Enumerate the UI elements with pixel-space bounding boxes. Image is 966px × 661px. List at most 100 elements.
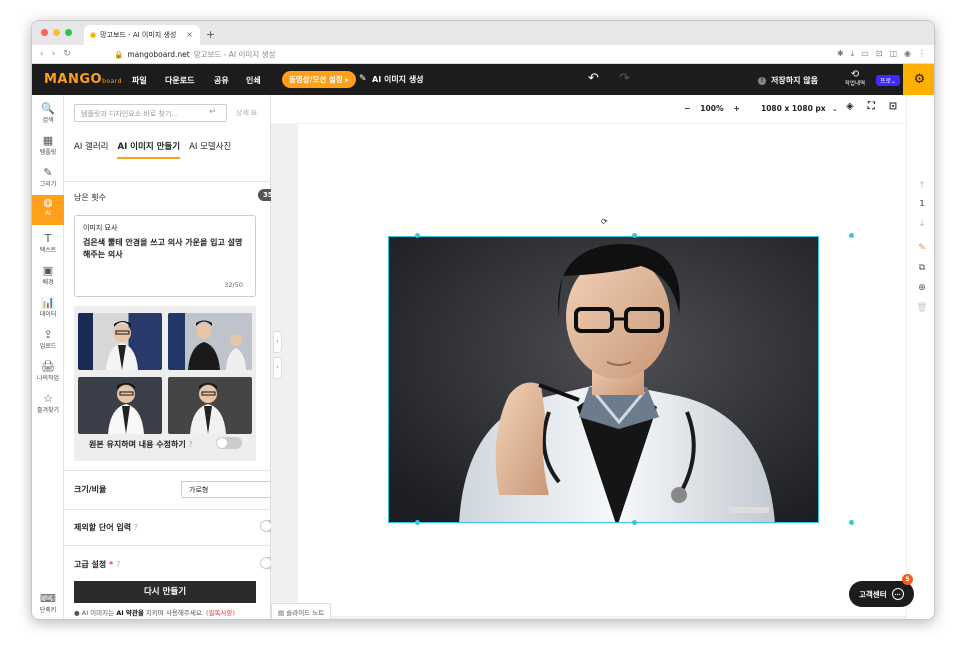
resize-handle[interactable] [415, 233, 420, 238]
rotate-handle-icon[interactable]: ⟳ [601, 217, 608, 226]
sidebar-item-draw[interactable]: ✎ 그리기 [32, 167, 64, 191]
sidebar-item-text[interactable]: T 텍스트 [32, 233, 64, 257]
canvas-toolbar: − 100% + 1080 x 1080 px⌄ ◈ ⛶ ⊡ ⊞ [271, 95, 934, 123]
tab-title: 망고보드 - AI 이미지 생성 [100, 31, 177, 39]
image-description-field[interactable]: 이미지 묘사 검은색 뿔테 안경을 쓰고 의사 가운을 입고 설명해주는 의사 … [74, 215, 256, 297]
resize-handle[interactable] [415, 520, 420, 525]
canvas-area: − 100% + 1080 x 1080 px⌄ ◈ ⛶ ⊡ ⊞ ‹ › ⟳ [271, 95, 934, 619]
reload-icon[interactable]: ↻ [63, 49, 71, 59]
star-icon: ☆ [43, 392, 53, 405]
sidebar-item-shortcuts[interactable]: ⌨ 단축키 [32, 593, 64, 617]
delete-page-icon[interactable]: 🗑 [907, 303, 934, 313]
resize-handle[interactable] [632, 520, 637, 525]
tab-close-icon[interactable]: × [186, 30, 193, 39]
page-up-icon[interactable]: ↑ [907, 181, 934, 191]
forward-icon[interactable]: › [52, 49, 56, 59]
tab-ai-model-photo[interactable]: AI 모델사진 [189, 140, 231, 159]
url-field[interactable]: 🔒 mangoboard.net 망고보드 - AI 이미지 생성 [114, 49, 275, 60]
menu-file[interactable]: 파일 [132, 75, 147, 86]
sidebar-item-ai[interactable]: ❂ AI [32, 195, 64, 225]
resize-handle[interactable] [632, 233, 637, 238]
sidebar-label: AI [45, 210, 51, 217]
info-icon: ● [74, 609, 80, 617]
close-window-button[interactable] [41, 29, 48, 36]
keep-original-toggle[interactable] [216, 437, 242, 449]
exclude-words-label: 제외할 단어 입력 ? [74, 522, 138, 533]
add-page-icon[interactable]: ⊕ [907, 283, 934, 293]
keyboard-icon: ⌨ [40, 592, 56, 605]
screenshot-icon[interactable]: ⊡ [876, 49, 883, 59]
resize-handle[interactable] [849, 233, 854, 238]
extension-icon[interactable]: ✱ [837, 49, 844, 59]
menu-share[interactable]: 공유 [214, 75, 229, 86]
grid-view-icon[interactable]: ⊡ [889, 101, 897, 112]
back-icon[interactable]: ‹ [40, 49, 44, 59]
generated-image-thumb[interactable] [168, 377, 252, 434]
minimize-window-button[interactable] [53, 29, 60, 36]
remaining-label: 남은 횟수 [74, 193, 106, 202]
terms-link[interactable]: (필독사항) [206, 609, 235, 617]
settings-gear-icon[interactable]: ⚙ [903, 64, 934, 95]
maximize-window-button[interactable] [65, 29, 72, 36]
generated-image-thumb[interactable] [78, 313, 162, 370]
expand-tab[interactable]: › [273, 357, 282, 379]
description-text[interactable]: 검은색 뿔테 안경을 쓰고 의사 가운을 입고 설명해주는 의사 [83, 237, 247, 260]
browser-tab[interactable]: ● 망고보드 - AI 이미지 생성 × [84, 25, 200, 45]
menu-download[interactable]: 다운로드 [165, 75, 194, 86]
customer-center-button[interactable]: 고객센터… [849, 581, 914, 607]
mangoboard-logo[interactable]: MANGOboard [44, 72, 122, 87]
zoom-out-button[interactable]: − [684, 104, 690, 113]
color-picker-icon[interactable]: ✎ [907, 243, 934, 253]
sidebar-item-templates[interactable]: ▦ 템플릿 [32, 135, 64, 159]
tab-ai-gallery[interactable]: AI 갤러리 [74, 140, 108, 159]
layers-icon[interactable]: ◈ [846, 101, 854, 112]
generated-image-thumb[interactable] [78, 377, 162, 434]
browser-toolbar-icons: ✱ ⤓ ▭ ⊡ ◫ ◉ ⋮ [837, 49, 926, 59]
menu-print[interactable]: 인쇄 [246, 75, 261, 86]
sidebar-item-background[interactable]: ▣ 배경 [32, 265, 64, 289]
download-icon[interactable]: ⤓ [851, 49, 855, 59]
help-icon[interactable]: ? [134, 523, 138, 532]
duplicate-page-icon[interactable]: ⧉ [907, 263, 934, 273]
collapse-left-tab[interactable]: ‹ [273, 331, 282, 353]
slide-notes-tab[interactable]: ▤ 슬라이드 노트 [271, 603, 332, 619]
generated-doctor-image[interactable] [388, 236, 819, 523]
history-button[interactable]: ⟲ 작업내역 [840, 69, 870, 88]
zoom-level[interactable]: 100% [700, 104, 723, 113]
new-tab-button[interactable]: + [206, 28, 215, 41]
sidebar-item-search[interactable]: 🔍 검색 [32, 103, 64, 127]
cast-icon[interactable]: ▭ [861, 49, 869, 59]
canvas-size[interactable]: 1080 x 1080 px ⌄ [761, 104, 838, 113]
detail-search-button[interactable]: 상세 ⊞ [236, 108, 257, 118]
template-search-input[interactable]: 템플릿과 디자인요소 바로 찾기... [74, 104, 227, 122]
resize-handle[interactable] [849, 520, 854, 525]
page-down-icon[interactable]: ↓ [907, 219, 934, 229]
sidebar-icon[interactable]: ◫ [889, 49, 897, 59]
pro-badge[interactable]: 프로⌄ [876, 75, 901, 86]
profile-icon[interactable]: ◉ [904, 49, 911, 59]
detail-label: 상세 [236, 109, 249, 117]
document-title[interactable]: AI 이미지 생성 [372, 74, 424, 85]
terms-bold: AI 약관을 [116, 609, 144, 617]
zoom-in-button[interactable]: + [733, 104, 739, 113]
motion-settings-button[interactable]: 동영상/모션 설정 ▸ [282, 71, 357, 88]
help-icon[interactable]: ? [116, 560, 120, 569]
more-icon[interactable]: ⋮ [918, 49, 926, 59]
undo-icon[interactable]: ↶ [588, 71, 599, 86]
doctor-thumb-icon [108, 383, 144, 434]
tab-ai-image-create[interactable]: AI 이미지 만들기 [117, 140, 181, 159]
sidebar-item-my-work[interactable]: 🖨 나의작업 [32, 361, 64, 385]
sidebar-item-upload[interactable]: ⇪ 업로드 [32, 329, 64, 353]
upload-icon: ⇪ [43, 328, 53, 341]
regenerate-button[interactable]: 다시 만들기 [74, 581, 256, 603]
sidebar-item-favorites[interactable]: ☆ 즐겨찾기 [32, 393, 64, 417]
url-domain: mangoboard.net [127, 50, 190, 59]
redo-icon[interactable]: ↷ [619, 71, 630, 86]
sidebar-label: 그리기 [39, 181, 57, 188]
doctor-thumb-icon [188, 320, 246, 370]
fit-screen-icon[interactable]: ⛶ [868, 101, 875, 112]
edit-title-icon[interactable]: ✎ [359, 74, 367, 84]
sidebar-item-data[interactable]: 📊 데이터 [32, 297, 64, 321]
generated-image-thumb[interactable] [168, 313, 252, 370]
help-icon[interactable]: ? [188, 440, 192, 449]
